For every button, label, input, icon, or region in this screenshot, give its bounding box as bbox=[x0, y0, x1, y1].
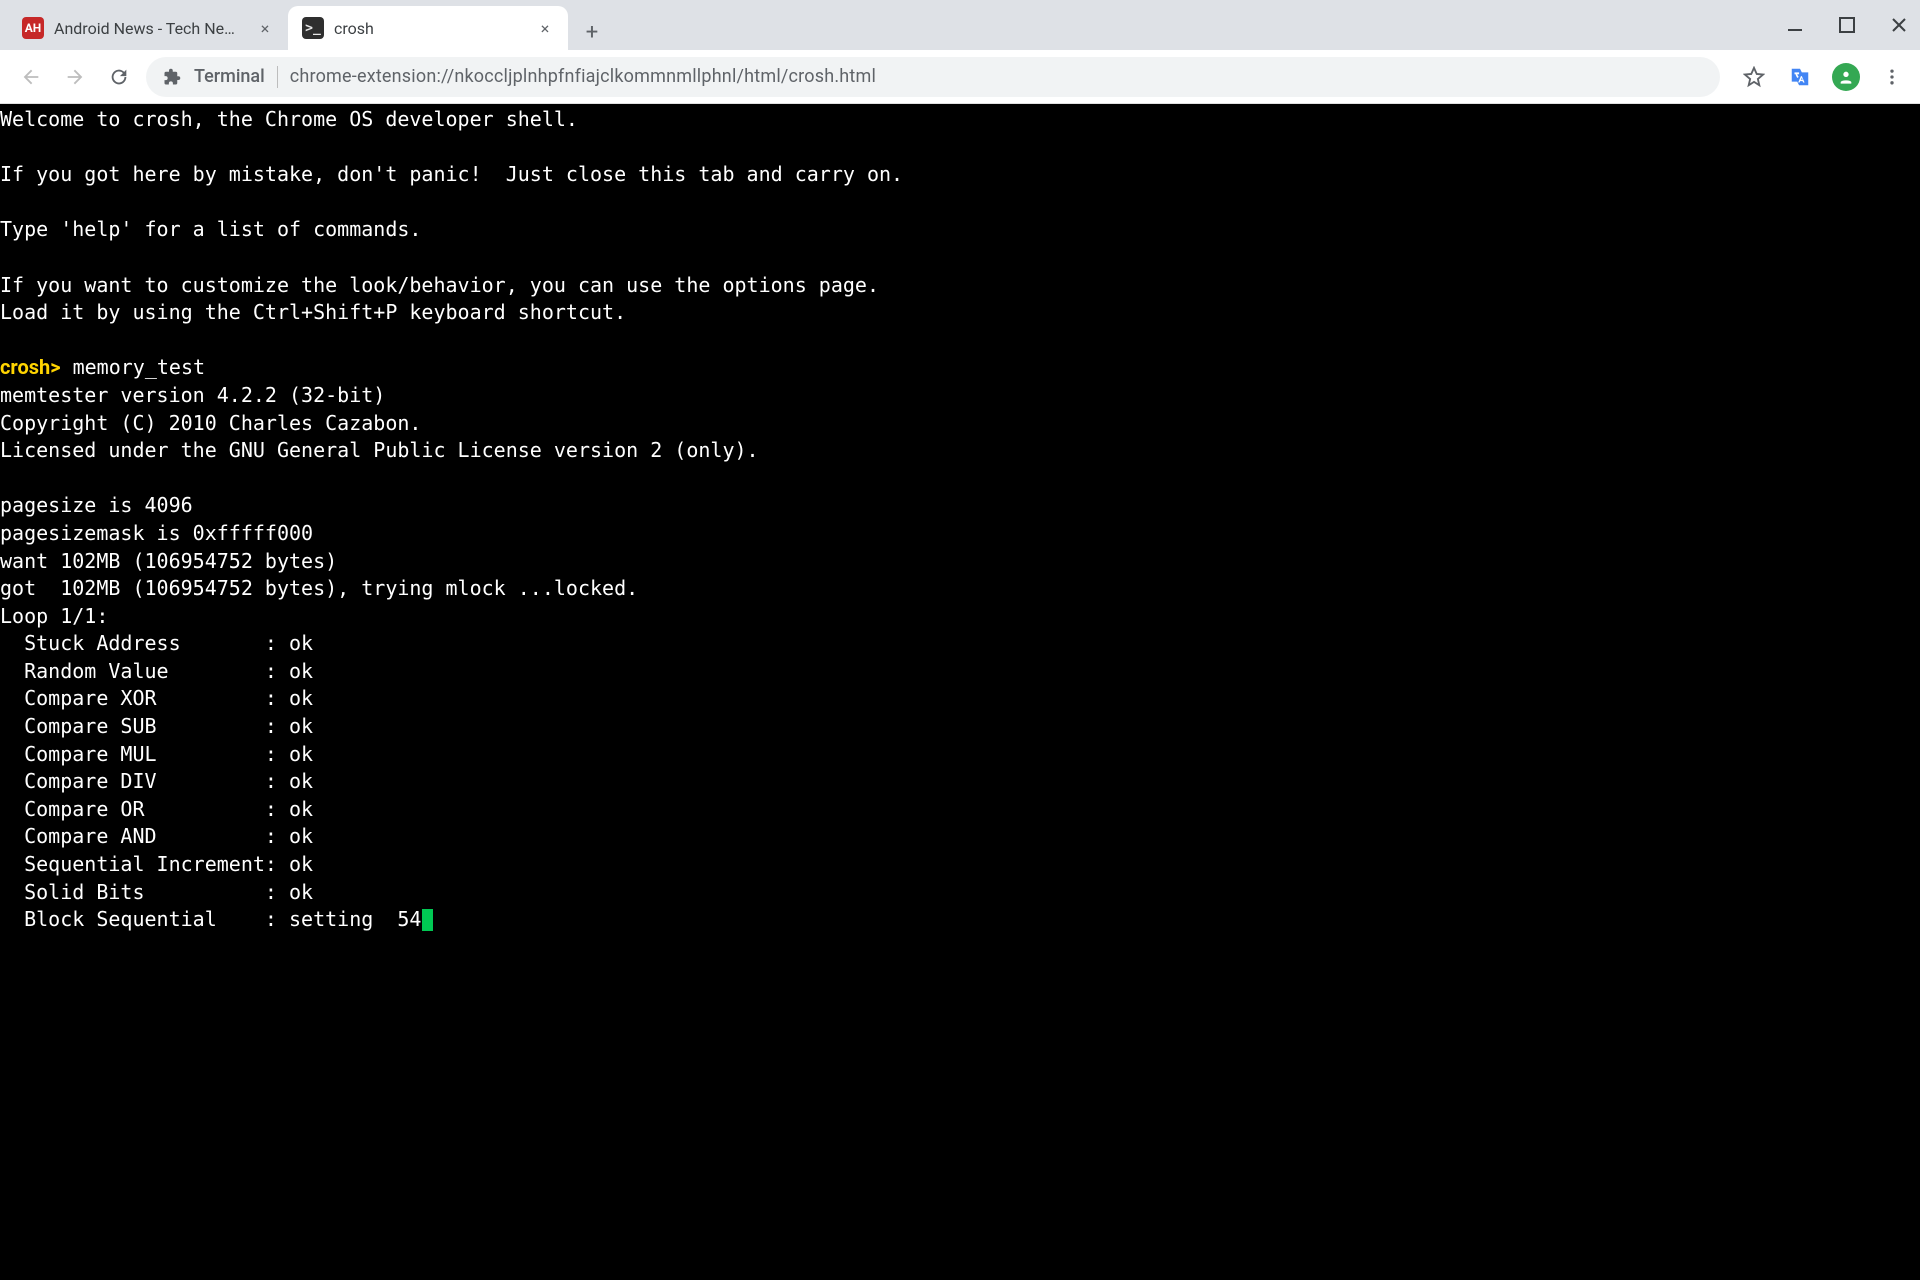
window-minimize-button[interactable] bbox=[1784, 14, 1806, 36]
tab-android-news[interactable]: AH Android News - Tech News - And × bbox=[8, 6, 288, 50]
translate-icon[interactable] bbox=[1786, 63, 1814, 91]
window-close-button[interactable] bbox=[1888, 14, 1910, 36]
omnibox-url: chrome-extension://nkoccljplnhpfnfiajclk… bbox=[290, 66, 876, 87]
window-controls bbox=[1784, 0, 1910, 50]
tab-close-button[interactable]: × bbox=[256, 19, 274, 37]
kebab-menu-icon[interactable] bbox=[1878, 63, 1906, 91]
favicon-terminal: >_ bbox=[302, 17, 324, 39]
tab-title: crosh bbox=[334, 19, 526, 38]
omnibox-extension-label: Terminal bbox=[194, 66, 265, 87]
tab-close-button[interactable]: × bbox=[536, 19, 554, 37]
extension-icon bbox=[162, 67, 182, 87]
omnibox-separator bbox=[277, 66, 278, 88]
favicon-android-headlines: AH bbox=[22, 17, 44, 39]
browser-toolbar: Terminal chrome-extension://nkoccljplnhp… bbox=[0, 50, 1920, 104]
omnibox[interactable]: Terminal chrome-extension://nkoccljplnhp… bbox=[146, 57, 1720, 97]
terminal-output[interactable]: Welcome to crosh, the Chrome OS develope… bbox=[0, 104, 1920, 1280]
back-button[interactable] bbox=[14, 60, 48, 94]
reload-button[interactable] bbox=[102, 60, 136, 94]
tab-crosh[interactable]: >_ crosh × bbox=[288, 6, 568, 50]
window-maximize-button[interactable] bbox=[1836, 14, 1858, 36]
tab-title: Android News - Tech News - And bbox=[54, 19, 246, 38]
forward-button[interactable] bbox=[58, 60, 92, 94]
toolbar-right-icons bbox=[1740, 63, 1906, 91]
bookmark-star-icon[interactable] bbox=[1740, 63, 1768, 91]
tab-strip: AH Android News - Tech News - And × >_ c… bbox=[0, 0, 1920, 50]
new-tab-button[interactable]: + bbox=[574, 14, 610, 50]
profile-avatar[interactable] bbox=[1832, 63, 1860, 91]
